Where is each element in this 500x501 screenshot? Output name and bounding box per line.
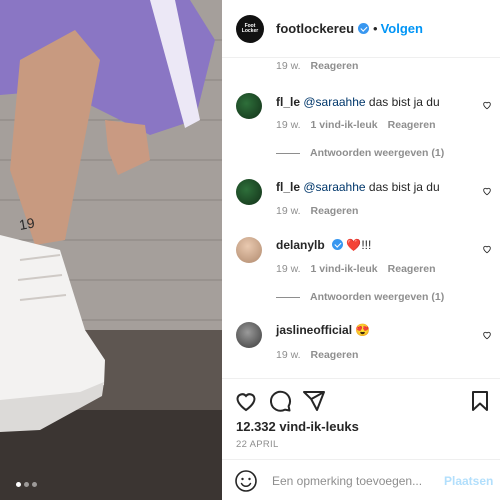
view-replies-button[interactable]: Antwoorden weergeven (1)	[276, 147, 444, 159]
like-count[interactable]: 12.332 vind-ik-leuks	[236, 419, 359, 434]
comment-composer: Plaatsen	[222, 459, 500, 501]
comment-text: fl_le @saraahhe das bist ja du	[276, 95, 476, 110]
carousel-dot-active[interactable]	[16, 482, 21, 487]
comment-text: jaslineofficial 😍	[276, 323, 476, 338]
view-replies-label: Antwoorden weergeven (1)	[310, 291, 445, 303]
comment-body: das bist ja du	[365, 95, 440, 109]
view-replies-button[interactable]: Antwoorden weergeven (1)	[276, 291, 444, 303]
post-comment-button[interactable]: Plaatsen	[444, 474, 493, 488]
post-side-panel: Foot Locker footlockereu • Volgen 19 w. …	[222, 0, 500, 500]
svg-text:19: 19	[18, 214, 36, 232]
heart-icon[interactable]	[482, 244, 492, 254]
post-date: 22 APRIL	[236, 439, 279, 450]
heart-icon[interactable]	[482, 186, 492, 196]
comment-username[interactable]: fl_le	[276, 180, 300, 194]
avatar[interactable]	[236, 322, 262, 348]
comment-time: 19 w.	[276, 349, 301, 361]
comment-time: 19 w.	[276, 263, 301, 275]
comment-likes[interactable]: 1 vind-ik-leuk	[311, 263, 378, 275]
comment-icon[interactable]	[268, 389, 292, 413]
comment-meta: 19 w. 1 vind-ik-leuk Reageren	[276, 263, 436, 275]
post-username[interactable]: footlockereu	[276, 21, 354, 36]
mention-link[interactable]: @saraahhe	[303, 180, 365, 194]
avatar[interactable]	[236, 237, 262, 263]
reply-button[interactable]: Reageren	[311, 205, 359, 217]
avatar-logo-text: Foot Locker	[241, 22, 259, 34]
comment-text: fl_le @saraahhe das bist ja du	[276, 180, 476, 195]
verified-icon	[332, 239, 344, 250]
comment-time: 19 w.	[276, 119, 301, 131]
post-actions: 12.332 vind-ik-leuks 22 APRIL	[222, 378, 500, 459]
heart-icon[interactable]	[482, 330, 492, 340]
comment-time: 19 w.	[276, 205, 301, 217]
emoji-icon[interactable]	[234, 469, 258, 493]
follow-button[interactable]: Volgen	[381, 21, 423, 36]
post-header: Foot Locker footlockereu • Volgen	[222, 0, 500, 58]
divider	[276, 296, 300, 298]
comment-username[interactable]: jaslineofficial	[276, 323, 352, 337]
comment-time: 19 w.	[276, 60, 301, 72]
comment-body: ❤️!!!	[346, 238, 372, 252]
comment-username[interactable]: fl_le	[276, 95, 300, 109]
view-replies-label: Antwoorden weergeven (1)	[310, 147, 445, 159]
reply-button[interactable]: Reageren	[311, 349, 359, 361]
carousel-dots	[0, 474, 222, 492]
comment-body: 😍	[355, 323, 371, 337]
separator: •	[373, 21, 378, 36]
post-photo[interactable]: 19	[0, 0, 222, 500]
mention-link[interactable]: @saraahhe	[303, 95, 365, 109]
avatar[interactable]: Foot Locker	[236, 14, 264, 43]
comment-body: das bist ja du	[365, 180, 440, 194]
comment-username[interactable]: delanylb	[276, 238, 325, 252]
comment-input[interactable]	[270, 472, 434, 489]
comment-meta: 19 w. Reageren	[276, 349, 358, 361]
heart-icon[interactable]	[234, 389, 258, 413]
comment-likes[interactable]: 1 vind-ik-leuk	[311, 119, 378, 131]
reply-button[interactable]: Reageren	[388, 263, 436, 275]
heart-icon[interactable]	[482, 100, 492, 110]
carousel-dot[interactable]	[32, 482, 37, 487]
comments-list[interactable]: 19 w. Reageren fl_le @saraahhe das bist …	[222, 58, 500, 378]
divider	[276, 152, 300, 154]
bookmark-icon[interactable]	[468, 389, 492, 413]
avatar[interactable]	[236, 179, 262, 205]
share-icon[interactable]	[302, 389, 326, 413]
reply-button[interactable]: Reageren	[388, 119, 436, 131]
comment-meta: 19 w. Reageren	[276, 60, 358, 72]
comment-meta: 19 w. Reageren	[276, 205, 358, 217]
verified-icon	[358, 23, 370, 34]
avatar[interactable]	[236, 93, 262, 119]
photo-illustration: 19	[0, 0, 222, 500]
comment-text: delanylb ❤️!!!	[276, 238, 476, 253]
reply-button[interactable]: Reageren	[311, 60, 359, 72]
comment-meta: 19 w. 1 vind-ik-leuk Reageren	[276, 119, 436, 131]
carousel-dot[interactable]	[24, 482, 29, 487]
